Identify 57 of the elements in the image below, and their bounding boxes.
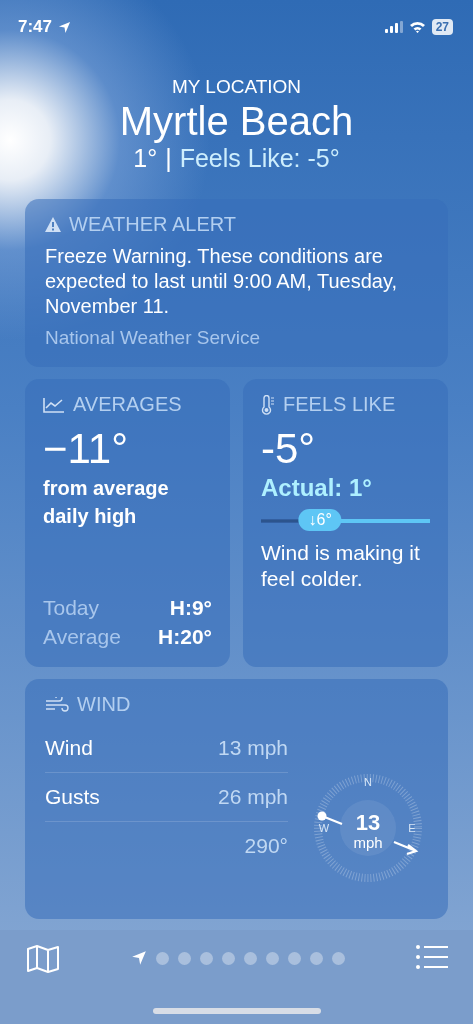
page-dot[interactable]: [221, 951, 235, 965]
status-time: 7:47: [18, 17, 53, 37]
alert-source: National Weather Service: [45, 327, 262, 349]
page-dot[interactable]: [177, 951, 191, 965]
wind-icon: [45, 696, 69, 713]
alert-message: Freeze Warning. These conditions are expected to last until 9:00 AM, Tuesday, November 11.: [45, 244, 399, 319]
wifi-icon: [408, 21, 426, 33]
wind-value: 26 mph: [217, 785, 288, 809]
wind-label: Wind: [45, 736, 93, 760]
page-dot[interactable]: [331, 951, 345, 965]
averages-label: Today: [43, 595, 100, 621]
feels-like-summary: Feels Like: -5°: [179, 144, 340, 173]
separator: |: [165, 144, 172, 173]
page-dot[interactable]: [287, 951, 301, 965]
thermometer-icon: [261, 394, 275, 415]
wind-label: Gusts: [45, 785, 100, 809]
feels-like-description: Wind is making it feel colder.: [261, 540, 421, 592]
page-dot[interactable]: [265, 951, 279, 965]
location-label: MY LOCATION: [170, 76, 303, 98]
alert-card[interactable]: WEATHER ALERT Freeze Warning. These conditions are expected to last until 9:00 AM, Tuesday, November 11. National Weather Service: [25, 199, 448, 367]
current-temperature: 1°: [133, 144, 158, 173]
compass-direction: E: [408, 822, 416, 834]
page-dot[interactable]: [199, 951, 213, 965]
chart-icon: [43, 396, 65, 413]
averages-label: Average: [43, 624, 121, 650]
map-icon[interactable]: [26, 944, 60, 974]
averages-description: from average daily high: [43, 476, 170, 529]
wind-direction-icon: [317, 811, 419, 856]
feels-like-card[interactable]: FEELS LIKE -5° Actual: 1° ↓6° Wind is making it feel colder.: [243, 379, 448, 667]
list-icon[interactable]: [415, 944, 449, 970]
averages-value: −11°: [43, 424, 129, 474]
averages-value-text: H:9°: [169, 595, 212, 621]
actual-temperature: Actual: 1°: [261, 474, 373, 502]
compass-direction: W: [318, 822, 330, 834]
page-dot[interactable]: [309, 951, 323, 965]
location-page-icon[interactable]: [130, 950, 147, 966]
difference-badge: ↓6°: [298, 509, 342, 531]
wind-card[interactable]: WIND Wind 13 mph Gusts 26 mph 290° N W 13 E mph: [25, 679, 448, 919]
wind-value: 13 mph: [217, 736, 288, 760]
averages-title: AVERAGES: [73, 393, 182, 416]
feels-like-value: -5°: [261, 424, 317, 474]
page-dot[interactable]: [155, 951, 169, 965]
compass-unit: mph: [353, 834, 383, 851]
signal-icon: [384, 21, 403, 33]
battery-indicator: 27: [431, 19, 453, 35]
compass-speed: 13: [355, 810, 381, 836]
wind-title: WIND: [77, 693, 131, 716]
wind-value: 290°: [244, 834, 288, 858]
location-arrow-icon: [58, 20, 72, 34]
page-dot[interactable]: [243, 951, 257, 965]
averages-value-text: H:20°: [158, 624, 212, 650]
city-name: Myrtle Beach: [118, 98, 355, 144]
compass-direction: N: [364, 776, 372, 788]
alert-title: WEATHER ALERT: [69, 213, 237, 236]
warning-icon: [45, 217, 61, 232]
feels-like-title: FEELS LIKE: [283, 393, 396, 416]
averages-card[interactable]: AVERAGES −11° from average daily high Today H:9° Average H:20°: [25, 379, 230, 667]
